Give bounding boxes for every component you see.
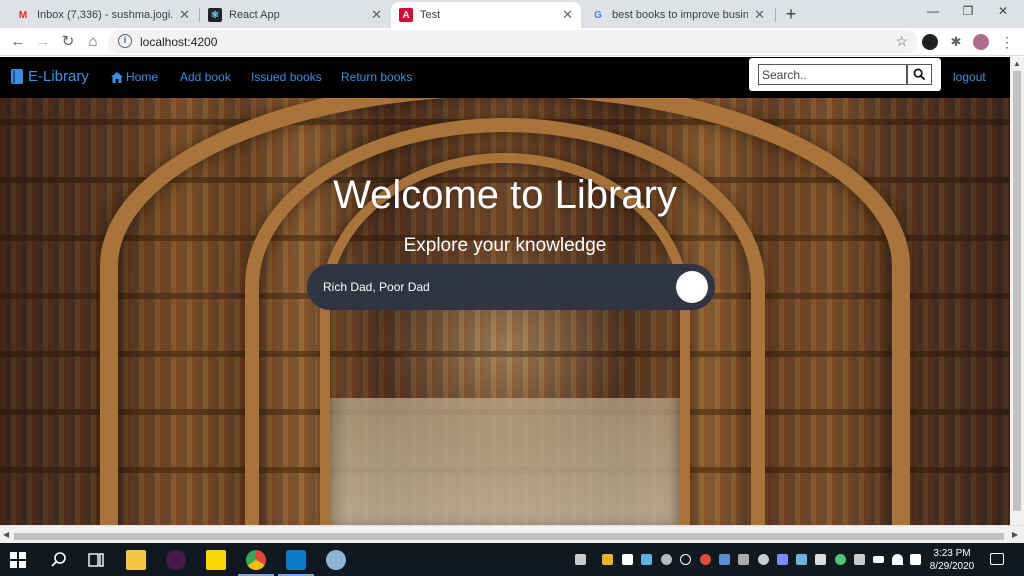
- close-icon[interactable]: ✕: [562, 7, 573, 23]
- search-icon: [913, 68, 926, 81]
- screen: M Inbox (7,336) - sushma.jogi.123@ ✕ ⚛ R…: [0, 0, 1024, 576]
- system-clock[interactable]: 3:23 PM 8/29/2020: [926, 547, 978, 573]
- scroll-left-icon[interactable]: ◀: [3, 530, 9, 539]
- reload-button[interactable]: ↻: [58, 32, 78, 52]
- hero-search-bar: [307, 264, 715, 310]
- nav-home[interactable]: Home: [111, 70, 158, 84]
- scroll-right-icon[interactable]: ▶: [1012, 530, 1018, 539]
- info-icon[interactable]: i: [118, 34, 132, 48]
- scroll-up-icon[interactable]: ▲: [1013, 59, 1021, 68]
- nav-search-input[interactable]: [758, 64, 907, 85]
- onedrive-icon[interactable]: [641, 554, 652, 565]
- slack-icon[interactable]: [166, 550, 186, 570]
- book-icon: [11, 69, 23, 84]
- home-button[interactable]: ⌂: [83, 32, 103, 52]
- volume-icon[interactable]: [910, 554, 921, 565]
- tray-app-icon[interactable]: [700, 554, 711, 565]
- google-icon: G: [594, 9, 602, 21]
- battery-icon[interactable]: [873, 556, 884, 563]
- tray-app-icon[interactable]: [796, 554, 807, 565]
- horizontal-scrollbar[interactable]: ◀ ▶: [0, 525, 1024, 543]
- extensions-puzzle-icon[interactable]: ✱: [948, 34, 964, 50]
- close-icon[interactable]: ✕: [371, 7, 382, 23]
- paint-icon[interactable]: [326, 550, 346, 570]
- react-icon: ⚛: [208, 8, 222, 22]
- tray-app-icon[interactable]: [777, 554, 788, 565]
- sticky-notes-icon[interactable]: [206, 550, 226, 570]
- hero-title: Welcome to Library: [333, 173, 677, 217]
- vertical-scroll-thumb[interactable]: [1013, 71, 1021, 511]
- gmail-icon: M: [18, 9, 28, 21]
- hero-search-input[interactable]: [323, 276, 653, 298]
- nav-search-button[interactable]: [907, 64, 932, 85]
- address-bar[interactable]: i localhost:4200 ☆: [108, 30, 918, 54]
- forward-button[interactable]: →: [33, 32, 53, 52]
- vscode-icon[interactable]: [286, 550, 306, 570]
- browser-tab-strip: M Inbox (7,336) - sushma.jogi.123@ ✕ ⚛ R…: [0, 0, 1024, 28]
- menu-dots-icon[interactable]: ⋮: [999, 34, 1015, 50]
- tab-title: Test: [420, 9, 441, 21]
- slack-tray-icon[interactable]: [622, 554, 633, 565]
- close-icon[interactable]: ✕: [754, 7, 765, 23]
- people-icon[interactable]: [575, 554, 586, 565]
- brand-name: E-Library: [28, 68, 89, 85]
- back-button[interactable]: ←: [8, 32, 28, 52]
- hero-library-background: Welcome to Library Explore your knowledg…: [0, 98, 1010, 525]
- home-icon: [111, 71, 123, 83]
- nav-return-books[interactable]: Return books: [341, 70, 412, 84]
- search-icon[interactable]: [49, 550, 69, 570]
- tray-app-icon[interactable]: [661, 554, 672, 565]
- tray-app-icon[interactable]: [854, 554, 865, 565]
- tray-app-icon[interactable]: [719, 554, 730, 565]
- hero-search-button[interactable]: [676, 271, 708, 303]
- extension-shield-icon[interactable]: [922, 34, 938, 50]
- tab-title: best books to improve business: [612, 9, 749, 21]
- tab-test[interactable]: A Test ✕: [391, 2, 581, 28]
- nav-issued-books[interactable]: Issued books: [251, 70, 322, 84]
- vertical-scrollbar[interactable]: ▲: [1010, 57, 1024, 525]
- bookmark-star-icon[interactable]: ☆: [895, 33, 908, 50]
- angular-icon: A: [399, 8, 413, 22]
- profile-avatar[interactable]: [973, 34, 989, 50]
- windows-taskbar: 3:23 PM 8/29/2020: [0, 543, 1024, 576]
- tab-title: React App: [229, 9, 280, 21]
- file-explorer-icon[interactable]: [126, 550, 146, 570]
- notification-center-icon[interactable]: [990, 553, 1004, 565]
- chrome-icon[interactable]: [246, 550, 266, 570]
- defender-icon[interactable]: [815, 554, 826, 565]
- tab-separator: [775, 8, 776, 22]
- hero-subtitle: Explore your knowledge: [403, 235, 607, 256]
- restore-button[interactable]: ❐: [953, 4, 983, 18]
- tab-google-search[interactable]: G best books to improve business ✕: [583, 2, 773, 28]
- tab-react-app[interactable]: ⚛ React App ✕: [200, 2, 390, 28]
- close-icon[interactable]: ✕: [179, 7, 190, 23]
- brand-link[interactable]: E-Library: [11, 68, 89, 85]
- tray-app-icon[interactable]: [738, 554, 749, 565]
- close-window-button[interactable]: ✕: [988, 4, 1018, 18]
- browser-toolbar: ← → ↻ ⌂ i localhost:4200 ☆ ✱ ⋮: [0, 28, 1024, 56]
- nav-search-form: [749, 58, 941, 91]
- clock-time: 3:23 PM: [933, 548, 971, 559]
- tray-app-icon[interactable]: [680, 554, 691, 565]
- new-tab-button[interactable]: +: [781, 4, 801, 25]
- task-view-icon[interactable]: [86, 550, 106, 570]
- tray-app-icon[interactable]: [835, 554, 846, 565]
- app-navbar: E-Library Home Add book Issued books Ret…: [0, 57, 1010, 98]
- nav-home-label: Home: [126, 70, 159, 84]
- tray-app-icon[interactable]: [602, 554, 613, 565]
- logout-link[interactable]: logout: [953, 70, 986, 84]
- tab-gmail[interactable]: M Inbox (7,336) - sushma.jogi.123@ ✕: [8, 2, 198, 28]
- tray-app-icon[interactable]: [758, 554, 769, 565]
- nav-add-book[interactable]: Add book: [180, 70, 231, 84]
- minimize-button[interactable]: —: [918, 4, 948, 18]
- windows-start-icon[interactable]: [10, 552, 26, 568]
- horizontal-scroll-thumb[interactable]: [14, 533, 1004, 540]
- tab-title: Inbox (7,336) - sushma.jogi.123@: [37, 9, 174, 21]
- url-text: localhost:4200: [140, 35, 218, 49]
- clock-date: 8/29/2020: [929, 561, 975, 572]
- wifi-icon[interactable]: [892, 554, 903, 565]
